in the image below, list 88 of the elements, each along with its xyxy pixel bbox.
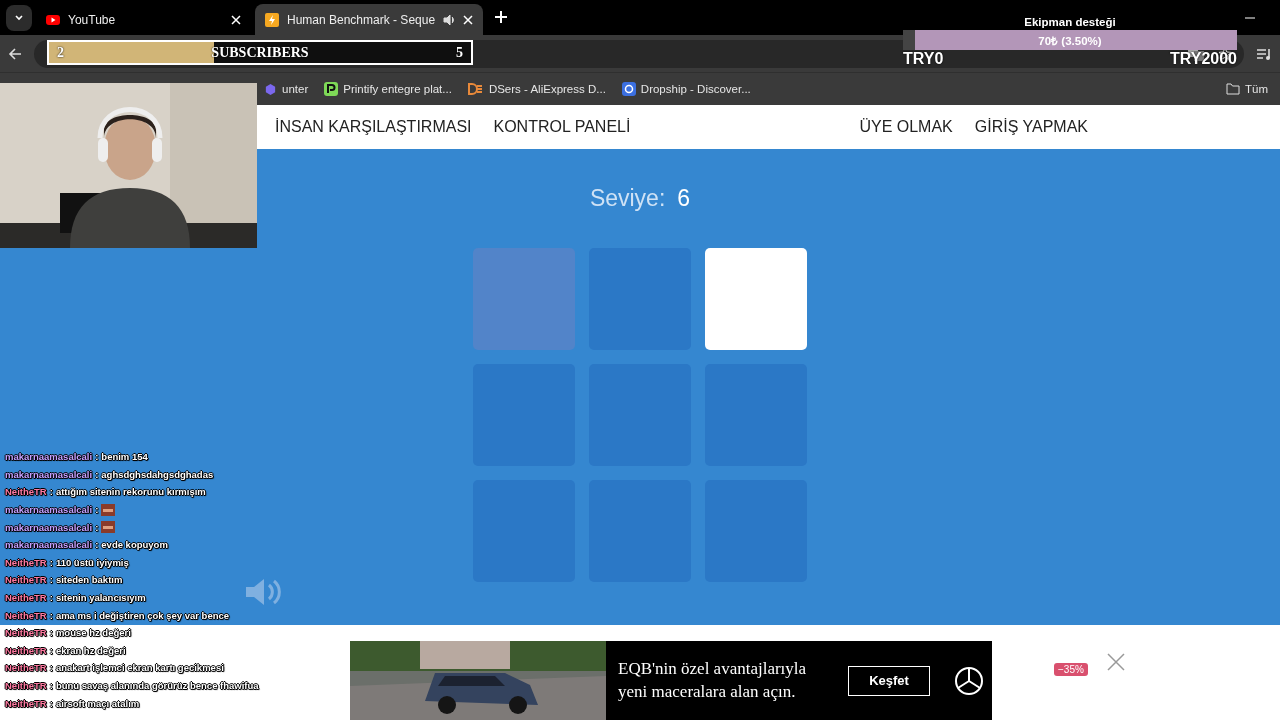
chat-message: aghsdghsdahgsdghadas xyxy=(101,468,214,480)
close-icon xyxy=(231,14,241,25)
video-logo-icon xyxy=(46,14,60,25)
ds-logo-icon xyxy=(467,83,484,95)
ad-headline: EQB'nin özel avantajlarıyla yeni maceralara alan açın. xyxy=(618,658,808,703)
chat-username: NeitheTR xyxy=(5,644,47,656)
chat-username: NeitheTR xyxy=(5,609,47,621)
bookmark[interactable]: Printify entegre plat... xyxy=(324,82,452,96)
bookmark[interactable]: DSers - AliExpress D... xyxy=(467,83,606,95)
tab-list-button[interactable] xyxy=(6,4,32,31)
current-count: 2 xyxy=(57,44,64,61)
plus-icon xyxy=(495,11,508,23)
emote-icon xyxy=(101,503,116,516)
chat-message: mouse hz değeri xyxy=(55,627,131,639)
chat-username: NeitheTR xyxy=(5,556,47,568)
speaker-icon xyxy=(443,13,456,26)
chat-username: NeitheTR xyxy=(5,697,47,709)
chat-separator: : xyxy=(49,556,53,568)
chat-separator: : xyxy=(95,451,99,463)
chat-username: NeitheTR xyxy=(5,680,47,691)
chat-message: anakart işlemci ekran kartı gecikmesi xyxy=(55,662,224,674)
chat-separator: : xyxy=(49,592,53,604)
explore-button[interactable]: Keşfet xyxy=(848,665,930,696)
chat-separator: : xyxy=(95,539,99,551)
chat-username: NeitheTR xyxy=(5,574,47,586)
chat-message: siteden baktım xyxy=(55,574,123,586)
chat-message: ekran hz değeri xyxy=(55,644,126,656)
level-value: 6 xyxy=(677,185,691,212)
chat-separator: : xyxy=(49,574,53,586)
speaker-icon xyxy=(244,577,284,607)
level-label: Seviye: xyxy=(589,185,666,212)
hexagon-icon xyxy=(264,82,277,96)
back-arrow-icon[interactable] xyxy=(8,46,22,61)
folder-icon xyxy=(1226,83,1240,95)
p-logo-icon xyxy=(324,82,339,96)
close-icon[interactable] xyxy=(1107,653,1125,671)
chat-separator: : xyxy=(49,609,53,621)
chat-separator: : xyxy=(49,627,53,639)
chat-username: makarnaamasalcali xyxy=(5,521,93,533)
chat-username: NeitheTR xyxy=(5,627,47,639)
chat-message: bunu savaş alanında görürüz bence fhawifua xyxy=(55,680,259,691)
chat-message: ama ms i değiştiren çok şey var bence xyxy=(55,609,230,621)
chat-separator: : xyxy=(49,644,53,656)
shield-logo-icon xyxy=(621,82,636,96)
discount-badge: −35% xyxy=(1054,663,1088,676)
chat-message: benim 154 xyxy=(101,451,148,463)
browser-tab[interactable]: YouTube xyxy=(36,4,251,35)
chat-username: makarnaamasalcali xyxy=(5,468,93,480)
chat-username: NeitheTR xyxy=(5,486,47,498)
grid-square[interactable] xyxy=(473,248,575,350)
chat-message: sitenin yalancısıyım xyxy=(55,592,146,604)
lightning-bolt-icon xyxy=(265,12,279,27)
playlist-icon[interactable] xyxy=(1256,46,1272,61)
close-icon xyxy=(463,14,474,25)
chevron-down-icon xyxy=(14,12,24,23)
chat-separator: : xyxy=(95,521,99,533)
chat-message: airsoft maçı atalım xyxy=(55,697,140,709)
all-bookmarks[interactable]: Tüm xyxy=(1226,83,1268,95)
goal-count: 5 xyxy=(456,44,463,61)
star-logo-icon xyxy=(954,665,984,696)
chat-username: NeitheTR xyxy=(5,592,47,604)
nav-link[interactable]: ÜYE OLMAK xyxy=(859,118,953,136)
chat-username: makarnaamasalcali xyxy=(5,504,93,516)
browser-tab[interactable]: Human Benchmark - Seque xyxy=(255,4,484,35)
chat-username: NeitheTR xyxy=(5,662,47,674)
grid-square[interactable] xyxy=(705,248,807,350)
nav-link[interactable]: KONTROL PANELİ xyxy=(493,118,631,136)
chat-separator: : xyxy=(95,504,99,516)
bookmark[interactable]: Dropship - Discover... xyxy=(621,82,751,96)
goal-max: TRY2000 xyxy=(1170,50,1237,68)
chat-message: evde kopuyom xyxy=(101,539,168,551)
chat-message: 110 üstü iyiymiş xyxy=(55,556,129,568)
chat-separator: : xyxy=(49,486,53,498)
nav-link[interactable]: GİRİŞ YAPMAK xyxy=(974,118,1088,136)
chat-username: makarnaamasalcali xyxy=(5,451,93,463)
chat-message: attığım sitenin rekorunu kırmışım xyxy=(55,486,206,498)
chat-separator: : xyxy=(49,680,53,691)
donation-title: Ekipman desteği xyxy=(1024,16,1116,28)
advertisement[interactable]: EQB'nin özel avantajlarıyla yeni maceralara alan açın. Keşfet xyxy=(350,641,992,720)
bookmark[interactable]: unter xyxy=(264,82,309,96)
chat-separator: : xyxy=(49,697,53,709)
chat-separator: : xyxy=(49,662,53,674)
emote-icon xyxy=(101,521,116,534)
chat-username: makarnaamasalcali xyxy=(5,539,93,551)
chat-separator: : xyxy=(95,468,99,480)
donation-amount: 70₺ (3.50%) xyxy=(1038,33,1102,48)
goal-min: TRY0 xyxy=(903,50,944,68)
nav-link[interactable]: İNSAN KARŞILAŞTIRMASI xyxy=(275,118,472,136)
